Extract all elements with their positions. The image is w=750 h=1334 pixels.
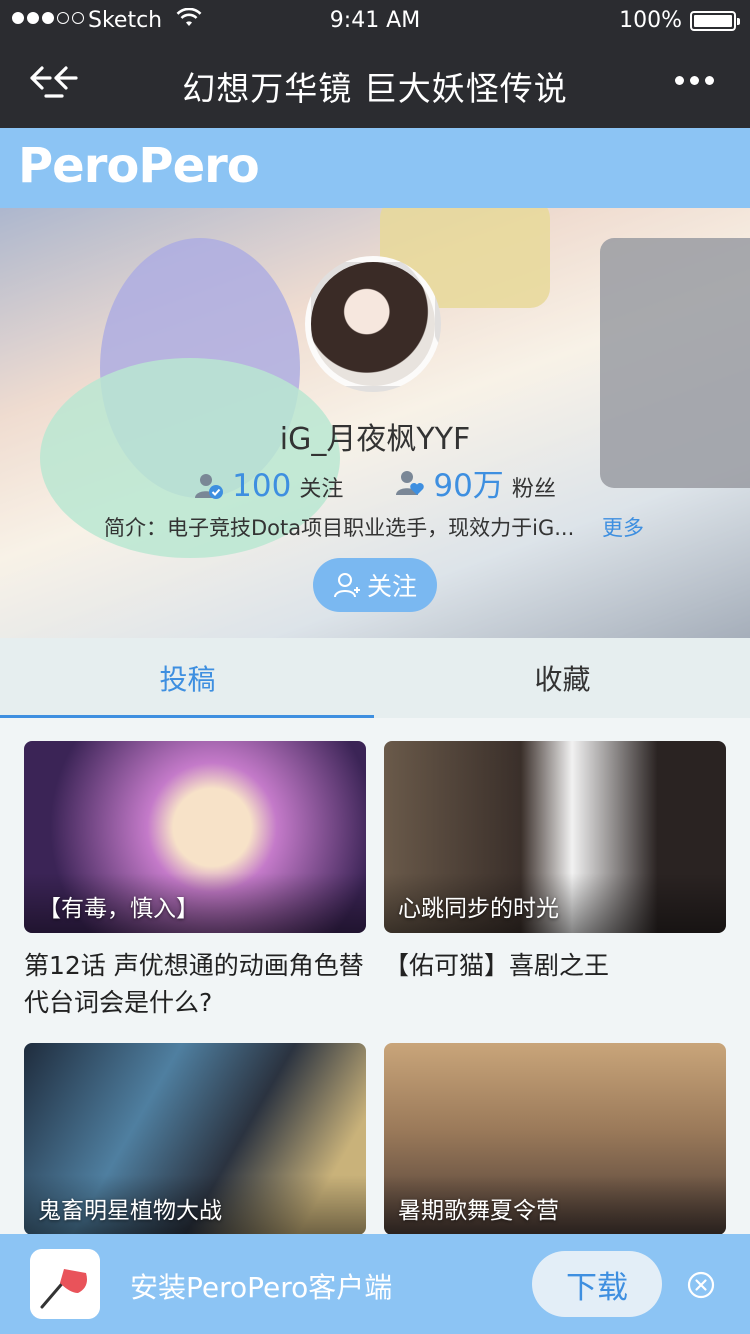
following-icon <box>195 474 224 499</box>
post-title[interactable]: 【佑可猫】喜剧之王 <box>384 947 726 984</box>
post-title[interactable]: 第12话 声优想通的动画角色替代台词会是什么? <box>24 947 366 1021</box>
profile-tabs: 投稿 收藏 <box>0 638 750 718</box>
following-label: 关注 <box>299 477 344 502</box>
follow-button[interactable]: 关注 <box>313 558 437 612</box>
followers-count: 90万 <box>433 468 504 504</box>
bio-more-link[interactable]: 更多 <box>602 512 644 542</box>
battery-percent: 100% <box>619 8 682 33</box>
page-title: 幻想万华镜 巨大妖怪传说 <box>182 69 568 108</box>
nav-bar: 幻想万华镜 巨大妖怪传说 <box>0 40 750 128</box>
following-count: 100 <box>232 468 292 504</box>
following-stat[interactable]: 100 关注 <box>194 468 343 504</box>
post-card[interactable]: 【有毒，慎入】 第12话 声优想通的动画角色替代台词会是什么? <box>24 741 366 1021</box>
post-thumbnail-label: 鬼畜明星植物大战 <box>38 1198 222 1224</box>
peropero-logo[interactable]: PeroPero <box>18 138 260 194</box>
install-banner-text: 安装PeroPero客户端 <box>130 1271 393 1304</box>
status-bar: Sketch 9:41 AM 100% <box>0 0 750 40</box>
post-thumbnail-label: 【有毒，慎入】 <box>38 896 199 922</box>
tab-submissions[interactable]: 投稿 <box>0 638 375 718</box>
post-thumbnail[interactable]: 【有毒，慎入】 <box>24 741 366 933</box>
tab-favorites[interactable]: 收藏 <box>375 638 750 718</box>
post-thumbnail[interactable]: 鬼畜明星植物大战 <box>24 1043 366 1235</box>
brand-bar: PeroPero <box>0 128 750 208</box>
post-thumbnail[interactable]: 心跳同步的时光 <box>384 741 726 933</box>
battery-icon <box>690 11 740 31</box>
post-thumbnail[interactable]: 暑期歌舞夏令营 <box>384 1043 726 1235</box>
post-thumbnail-label: 暑期歌舞夏令营 <box>398 1198 559 1224</box>
profile-header: iG_月夜枫YYF 100 关注 90万 粉丝 简介：电子竞技Dota项目职业选… <box>0 208 750 638</box>
profile-stats: 100 关注 90万 粉丝 <box>0 460 750 505</box>
followers-label: 粉丝 <box>511 477 556 502</box>
followers-icon <box>396 470 425 495</box>
post-card[interactable]: 暑期歌舞夏令营 <box>384 1043 726 1235</box>
followers-stat[interactable]: 90万 粉丝 <box>395 460 556 505</box>
add-user-icon <box>333 573 360 598</box>
post-thumbnail-label: 心跳同步的时光 <box>398 896 559 922</box>
profile-bio: 简介：电子竞技Dota项目职业选手，现效力于iG... <box>104 516 575 540</box>
profile-username: iG_月夜枫YYF <box>279 422 471 457</box>
download-button[interactable]: 下载 <box>532 1251 662 1317</box>
avatar[interactable] <box>305 256 441 392</box>
follow-button-label: 关注 <box>366 572 417 601</box>
top-bar: Sketch 9:41 AM 100% 幻想万华镜 巨大妖怪传说 <box>0 0 750 128</box>
peropero-app-icon <box>30 1249 100 1319</box>
more-options-icon[interactable] <box>675 76 714 85</box>
post-card[interactable]: 鬼畜明星植物大战 <box>24 1043 366 1235</box>
install-app-banner: 安装PeroPero客户端 下载 <box>0 1234 750 1334</box>
post-card[interactable]: 心跳同步的时光 【佑可猫】喜剧之王 <box>384 741 726 984</box>
close-icon[interactable] <box>686 1270 716 1300</box>
